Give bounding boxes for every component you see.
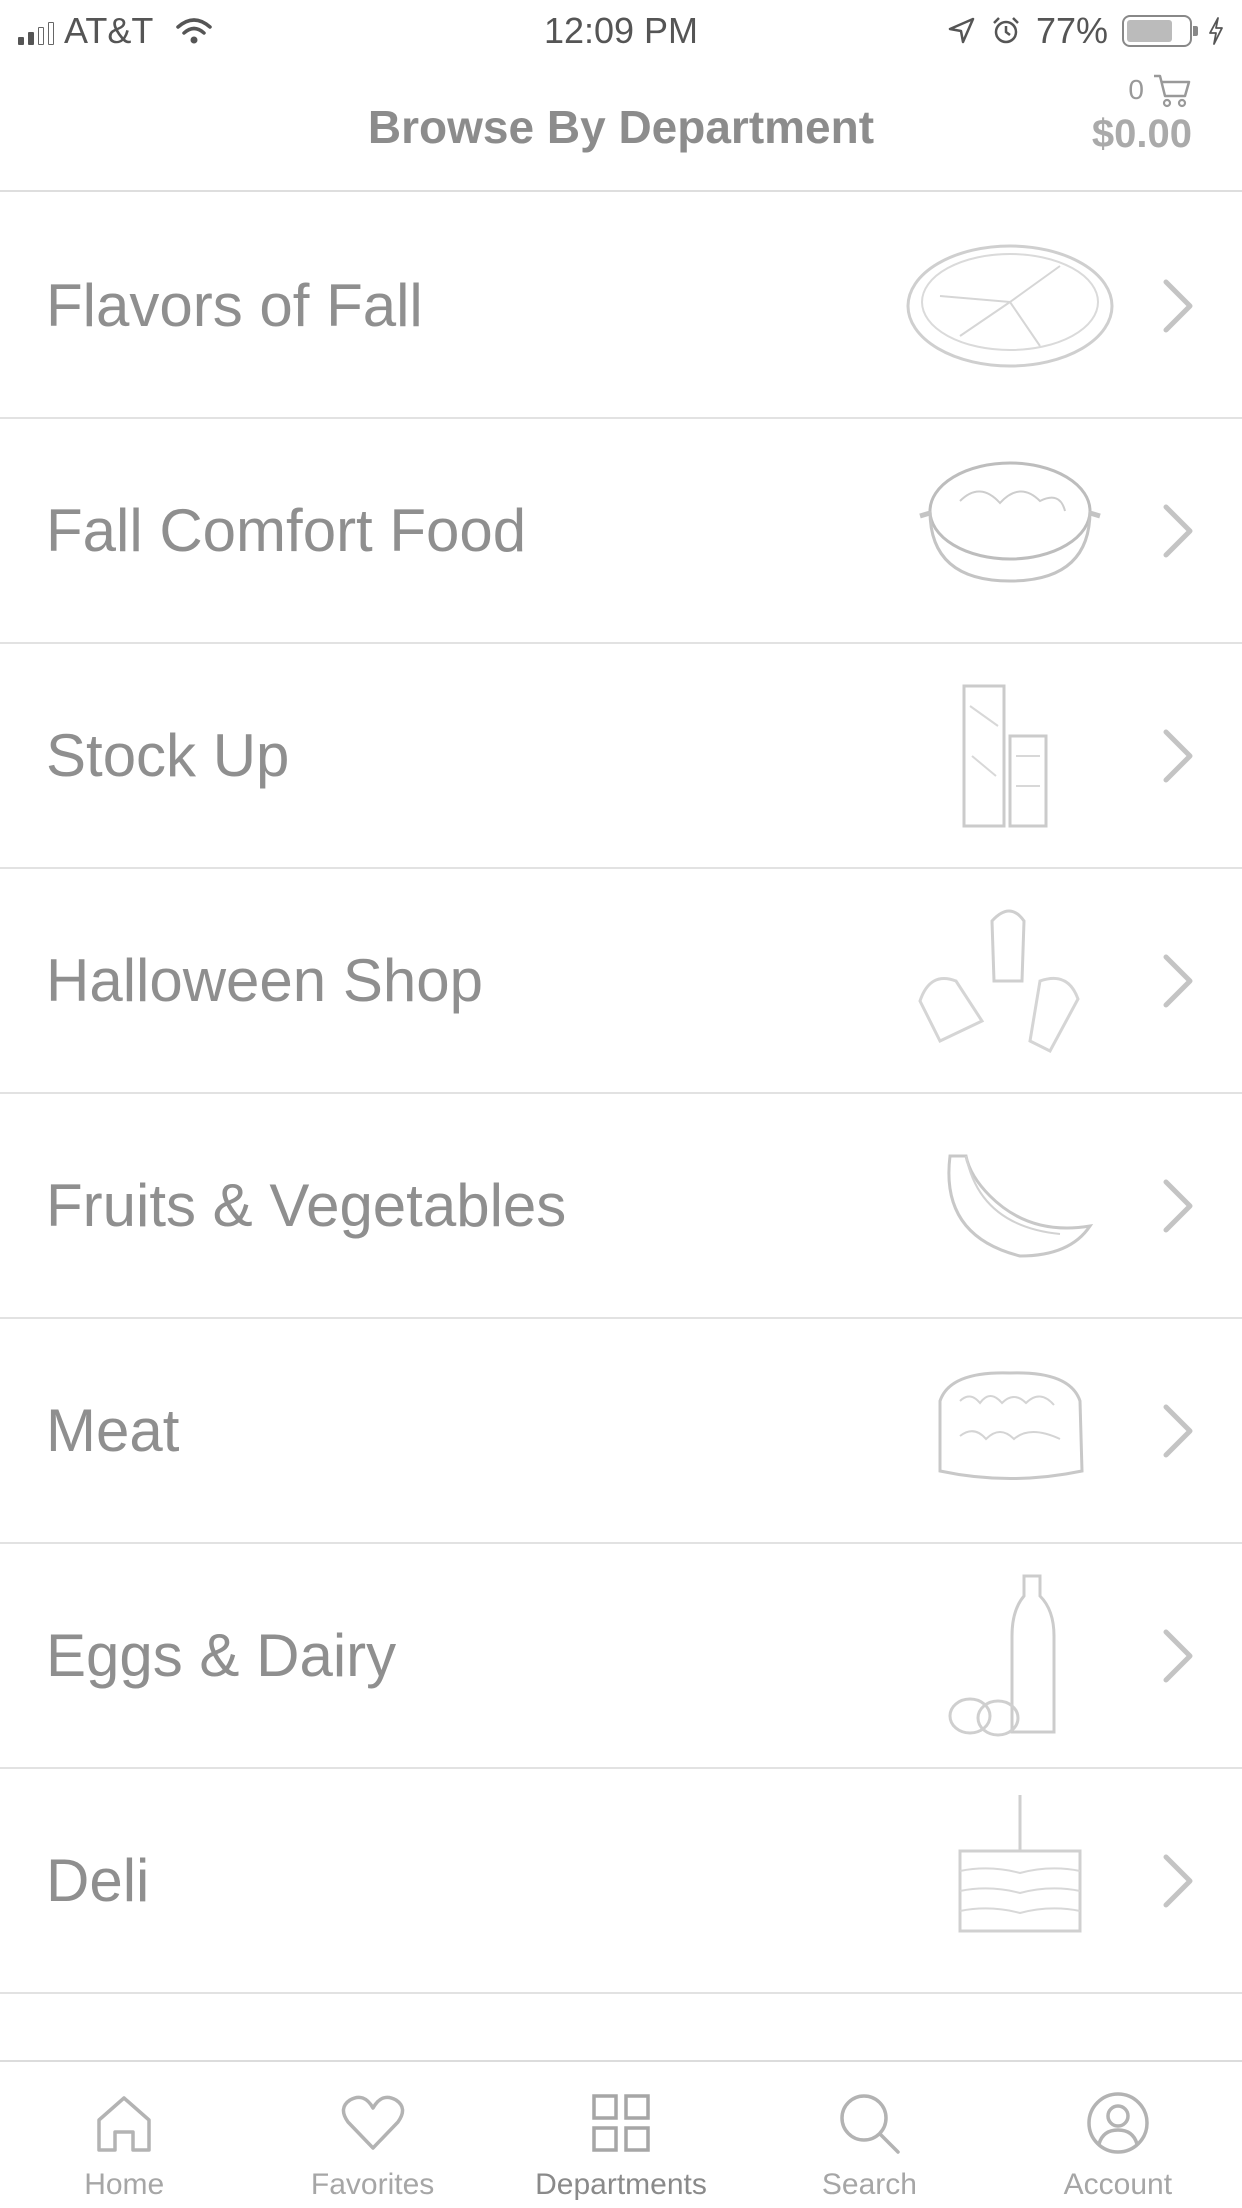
chevron-right-icon	[1163, 1404, 1193, 1458]
grid-icon	[592, 2094, 650, 2152]
casserole-image	[919, 461, 1101, 583]
candy-corn-image	[918, 909, 1080, 1053]
cart-count: 0	[1128, 74, 1144, 105]
status-right: 77%	[946, 8, 1226, 54]
department-label: Stock Up	[46, 722, 290, 789]
department-row-fruits-vegetables[interactable]: Fruits & Vegetables	[0, 1094, 1242, 1319]
department-row-halloween-shop[interactable]: Halloween Shop	[0, 869, 1242, 1094]
battery-percent: 77%	[1035, 10, 1108, 51]
account-icon	[1087, 2092, 1149, 2154]
ground-meat-image	[938, 1371, 1084, 1480]
cart-button[interactable]: 0 $0.00	[1092, 72, 1192, 157]
department-label: Flavors of Fall	[46, 272, 423, 339]
department-list[interactable]: Flavors of Fall Fall Comfort Food Stock …	[0, 194, 1242, 2060]
tab-label: Departments	[535, 2168, 707, 2201]
charging-icon	[1209, 17, 1223, 45]
chevron-right-icon	[1163, 729, 1193, 783]
pie-image	[906, 244, 1114, 368]
department-row-stock-up[interactable]: Stock Up	[0, 644, 1242, 869]
cart-top: 0	[1092, 72, 1192, 108]
tab-label: Favorites	[310, 2168, 435, 2201]
home-icon	[97, 2096, 151, 2152]
tab-label: Search	[821, 2168, 917, 2201]
milk-eggs-image	[948, 1574, 1056, 1737]
tab-label: Account	[1063, 2168, 1173, 2201]
sandwich-image	[958, 1795, 1082, 1933]
chevron-right-icon	[1163, 1854, 1193, 1908]
department-label: Fruits & Vegetables	[46, 1172, 567, 1239]
location-icon	[948, 17, 975, 44]
department-row-flavors-of-fall[interactable]: Flavors of Fall	[0, 194, 1242, 419]
chevron-right-icon	[1163, 1179, 1193, 1233]
chevron-right-icon	[1163, 504, 1193, 558]
cart-icon	[1154, 74, 1191, 108]
department-label: Eggs & Dairy	[46, 1622, 397, 1689]
tab-favorites[interactable]: Favorites	[248, 2062, 496, 2208]
boxes-image	[962, 684, 1048, 828]
department-label: Fall Comfort Food	[46, 497, 527, 564]
battery-level	[1127, 20, 1172, 42]
tab-home[interactable]: Home	[0, 2062, 248, 2208]
bananas-image	[947, 1154, 1094, 1258]
tab-account[interactable]: Account	[994, 2062, 1242, 2208]
tab-bar: Home Favorites Departments Search Accoun…	[0, 2060, 1242, 2208]
chevron-right-icon	[1163, 279, 1193, 333]
department-label: Meat	[46, 1397, 180, 1464]
department-label: Deli	[46, 1847, 150, 1914]
tab-label: Home	[84, 2168, 165, 2201]
tab-search[interactable]: Search	[745, 2062, 993, 2208]
alarm-icon	[993, 17, 1019, 44]
navigation-header: Browse By Department 0 $0.00	[0, 62, 1242, 192]
department-row-deli[interactable]: Deli	[0, 1769, 1242, 1994]
chevron-right-icon	[1163, 954, 1193, 1008]
department-row-fall-comfort-food[interactable]: Fall Comfort Food	[0, 419, 1242, 644]
chevron-right-icon	[1163, 1629, 1193, 1683]
status-bar: AT&T 12:09 PM 77%	[0, 0, 1242, 62]
department-row-eggs-dairy[interactable]: Eggs & Dairy	[0, 1544, 1242, 1769]
department-row-meat[interactable]: Meat	[0, 1319, 1242, 1544]
page-title: Browse By Department	[367, 101, 875, 153]
cart-total: $0.00	[1091, 112, 1192, 156]
department-label: Halloween Shop	[46, 947, 483, 1014]
tab-departments[interactable]: Departments	[497, 2062, 745, 2208]
heart-icon	[341, 2095, 404, 2150]
search-icon	[840, 2094, 901, 2154]
battery-icon	[1122, 15, 1198, 47]
